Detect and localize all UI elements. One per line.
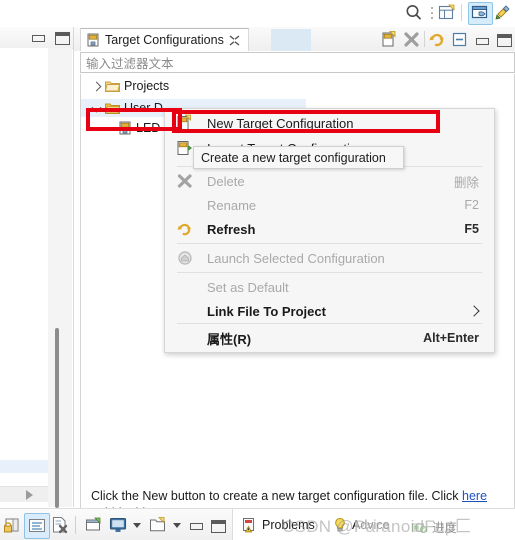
- adjacent-view-panel: [0, 27, 74, 508]
- problems-icon: [241, 517, 257, 533]
- maximize-icon[interactable]: [55, 32, 70, 45]
- refresh-icon: [176, 220, 194, 238]
- tooltip-text: Create a new target configuration: [201, 150, 386, 165]
- menu-separator: [177, 323, 482, 324]
- menu-item-label: 属性(R): [207, 331, 252, 347]
- menu-item-label: Delete: [207, 173, 245, 189]
- open-console-icon[interactable]: [148, 515, 168, 535]
- menu-item-label: Link File To Project: [207, 303, 326, 319]
- minimize-icon[interactable]: [32, 35, 45, 42]
- screenshot-root: Target Configurations 输入过滤器文本 Projects U…: [0, 0, 515, 540]
- menu-item-label: Refresh: [207, 221, 256, 237]
- submenu-arrow-icon: [468, 305, 480, 317]
- menu-item-shortcut: Alt+Enter: [423, 331, 479, 345]
- target-configuration-icon: [87, 33, 100, 47]
- new-perspective-icon[interactable]: [437, 3, 457, 22]
- context-menu[interactable]: New Target Configuration Import Target C…: [164, 108, 495, 353]
- info-message-line1: Click the New button to create a new tar…: [91, 488, 510, 505]
- watermark: CSDN @ParanoidFup匚: [282, 517, 472, 536]
- adjacent-view-tabstrip: [0, 27, 73, 49]
- scrollbar-thumb[interactable]: [55, 328, 59, 508]
- view-toolbar: [380, 29, 513, 49]
- new-target-config-icon[interactable]: [84, 515, 104, 535]
- menu-item-label: Launch Selected Configuration: [207, 250, 385, 266]
- tab-strip-filler: [271, 29, 311, 51]
- menu-item-label: Rename: [207, 197, 257, 213]
- chevron-down-icon[interactable]: [173, 523, 181, 528]
- tree-item-projects[interactable]: Projects: [91, 77, 169, 95]
- chevron-right-icon[interactable]: [91, 81, 102, 92]
- delete-icon[interactable]: [402, 30, 421, 49]
- menu-item-shortcut: 删除: [453, 175, 479, 190]
- perspective-debug-icon[interactable]: [468, 2, 493, 25]
- filter-input[interactable]: 输入过滤器文本: [80, 52, 515, 73]
- search-icon[interactable]: [404, 3, 424, 22]
- folder-icon: [104, 80, 121, 92]
- launch-icon: [176, 249, 194, 267]
- menu-item-rename: Rename F2: [166, 193, 493, 217]
- collapse-all-icon[interactable]: [450, 30, 469, 49]
- filter-placeholder: 输入过滤器文本: [86, 57, 174, 71]
- toolbar-divider: [75, 516, 76, 534]
- menu-separator: [177, 243, 482, 244]
- maximize-icon[interactable]: [211, 520, 226, 533]
- hide-message-link[interactable]: here: [462, 489, 487, 503]
- toolbar-divider: [424, 31, 425, 47]
- new-target-configuration-icon[interactable]: [380, 30, 399, 49]
- menu-item-refresh[interactable]: Refresh F5: [166, 217, 493, 241]
- close-icon[interactable]: [229, 34, 240, 46]
- tab-label: Target Configurations: [105, 33, 224, 47]
- scroll-right-icon[interactable]: [26, 490, 33, 500]
- menu-separator: [177, 272, 482, 273]
- clear-console-icon[interactable]: [50, 515, 70, 535]
- minimize-icon[interactable]: [190, 523, 203, 530]
- tree-item-label: Projects: [124, 79, 170, 93]
- menu-item-shortcut: F5: [464, 222, 479, 236]
- menu-item-shortcut: F2: [464, 198, 479, 212]
- delete-x-icon: [176, 172, 194, 190]
- list-item[interactable]: [0, 460, 48, 473]
- tooltip: Create a new target configuration: [193, 146, 404, 169]
- maximize-icon[interactable]: [494, 30, 513, 49]
- handle-dots-icon[interactable]: [430, 3, 435, 22]
- menu-item-link-file-to-project[interactable]: Link File To Project: [166, 299, 493, 323]
- chevron-down-icon[interactable]: [133, 523, 141, 528]
- tree-item-highlight-box: [86, 108, 182, 131]
- tab-target-configurations[interactable]: Target Configurations: [80, 28, 249, 51]
- menu-item-launch-selected-configuration: Launch Selected Configuration: [166, 246, 493, 270]
- adjacent-view-body: [0, 48, 48, 507]
- minimize-icon[interactable]: [472, 30, 491, 49]
- show-console-icon[interactable]: [24, 513, 50, 539]
- import-target-configuration-icon: [176, 139, 194, 157]
- info-message-text: Click the New button to create a new tar…: [91, 489, 463, 503]
- perspective-ccs-edit-icon[interactable]: [494, 3, 514, 22]
- toolbar-divider: [461, 4, 462, 21]
- view-tabstrip: Target Configurations: [74, 27, 515, 51]
- secure-storage-icon[interactable]: [2, 515, 22, 535]
- menu-item-highlight-box: [172, 110, 440, 133]
- menu-item-properties[interactable]: 属性(R) Alt+Enter: [166, 326, 493, 350]
- global-toolbar: [0, 0, 515, 25]
- menu-item-set-as-default: Set as Default: [166, 275, 493, 299]
- refresh-icon[interactable]: [428, 30, 447, 49]
- horizontal-scrollbar[interactable]: [0, 486, 48, 502]
- console-display-icon[interactable]: [108, 515, 128, 535]
- menu-item-label: Set as Default: [207, 279, 289, 295]
- menu-item-delete: Delete 删除: [166, 169, 493, 193]
- vertical-scrollbar[interactable]: [48, 48, 72, 508]
